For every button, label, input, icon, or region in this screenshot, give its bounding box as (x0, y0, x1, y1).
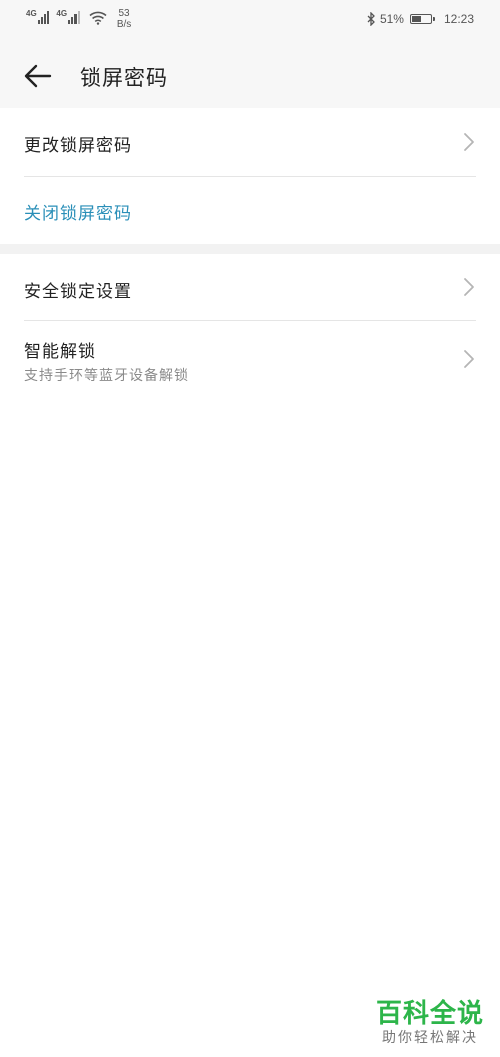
network-2-label: 4G (56, 9, 68, 18)
security-lock-settings-item[interactable]: 安全锁定设置 (0, 254, 500, 320)
section-lock-password: 更改锁屏密码 关闭锁屏密码 (0, 108, 500, 244)
wifi-icon (89, 11, 107, 25)
chevron-right-icon (464, 133, 474, 151)
status-left: 4G 4G 53 B/s (26, 8, 131, 32)
network-1-label: 4G (26, 9, 37, 18)
network-speed: 53 B/s (117, 8, 131, 30)
change-lock-password-label: 更改锁屏密码 (24, 136, 132, 156)
watermark-title: 百科全说 (375, 999, 484, 1029)
network-1: 4G (26, 10, 50, 24)
security-lock-settings-label: 安全锁定设置 (24, 282, 132, 302)
disable-lock-password-label: 关闭锁屏密码 (24, 204, 132, 224)
section-security: 安全锁定设置 智能解锁 支持手环等蓝牙设备解锁 (0, 254, 500, 394)
signal-icon (68, 10, 81, 24)
signal-icon (37, 10, 51, 24)
speed-unit: B/s (116, 19, 132, 30)
network-2: 4G (56, 10, 80, 24)
disable-lock-password-item[interactable]: 关闭锁屏密码 (0, 177, 500, 244)
status-bar: 4G 4G 53 B/s 51% 12:23 (0, 0, 500, 44)
watermark-subtitle: 助你轻松解决 (381, 1030, 478, 1046)
status-right: 51% 12:23 (367, 12, 474, 26)
chevron-right-icon (464, 350, 474, 368)
clock-time: 12:23 (443, 12, 474, 26)
arrow-left-icon[interactable] (20, 58, 56, 94)
app-header: 锁屏密码 (0, 44, 500, 108)
battery-icon (409, 14, 435, 24)
battery-percent: 51% (379, 12, 404, 26)
watermark-logo: 百科全说 助你轻松解决 (376, 999, 484, 1047)
bluetooth-icon (367, 12, 375, 26)
smart-unlock-item[interactable]: 智能解锁 支持手环等蓝牙设备解锁 (0, 321, 500, 394)
speed-value: 53 (118, 8, 130, 19)
change-lock-password-item[interactable]: 更改锁屏密码 (0, 108, 500, 176)
smart-unlock-description: 支持手环等蓝牙设备解锁 (24, 368, 189, 384)
smart-unlock-label: 智能解锁 (24, 342, 96, 362)
section-gap (0, 244, 500, 254)
battery-fill (411, 16, 421, 22)
chevron-right-icon (464, 278, 474, 296)
page-title: 锁屏密码 (80, 66, 168, 90)
